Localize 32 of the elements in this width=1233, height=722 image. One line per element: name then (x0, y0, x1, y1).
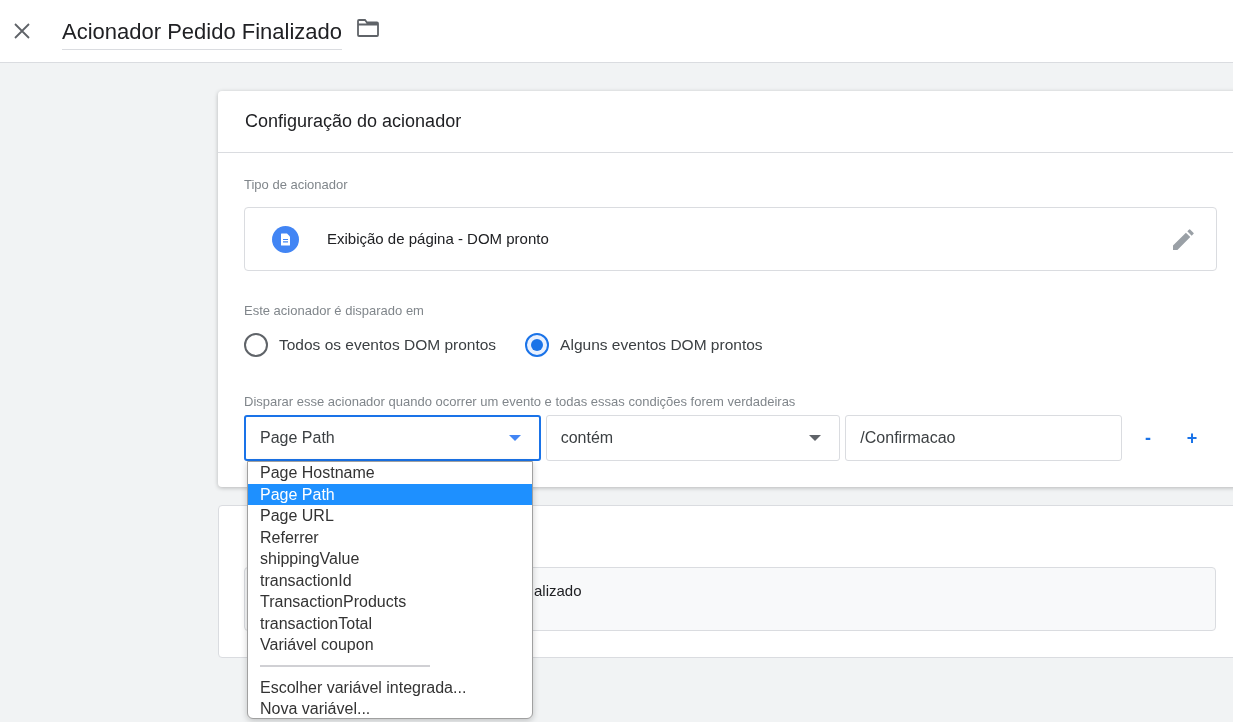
radio-option[interactable]: Todos os eventos DOM prontos (244, 333, 497, 357)
menu-option[interactable]: Nova variável... (248, 698, 532, 718)
trigger-name-text: alizado (534, 582, 582, 599)
menu-option[interactable]: Page URL (248, 505, 532, 527)
menu-option[interactable]: Referrer (248, 526, 532, 548)
menu-option[interactable]: Variável coupon (248, 634, 532, 656)
radio-option[interactable]: Alguns eventos DOM prontos (525, 333, 763, 357)
folder-button[interactable] (356, 16, 381, 40)
trigger-type-name: Exibição de página - DOM pronto (327, 228, 550, 249)
add-condition-button[interactable]: + (1180, 423, 1204, 453)
document-icon (272, 225, 299, 253)
card-title: Configuração do acionador (245, 110, 462, 133)
pencil-icon[interactable] (1173, 228, 1194, 250)
select-field[interactable]: Page Path (244, 415, 541, 461)
menu-option[interactable]: Page Hostname (248, 462, 532, 484)
menu-option[interactable]: TransactionProducts (248, 591, 532, 613)
value-input[interactable]: /Confirmacao (845, 415, 1122, 461)
menu-option[interactable]: Escolher variável integrada... (248, 676, 532, 698)
menu-option[interactable]: transactionId (248, 569, 532, 591)
field-label: Disparar esse acionador quando ocorrer um evento e todas essas condições forem verdadeiras (244, 394, 797, 410)
caret-icon (809, 435, 822, 441)
menu-option[interactable]: transactionTotal (248, 612, 532, 634)
trigger-type-box[interactable]: Exibição de página - DOM pronto (244, 207, 1217, 271)
field-label: Tipo de acionador (244, 177, 349, 193)
remove-condition-button[interactable]: - (1136, 423, 1160, 453)
title-field[interactable]: Acionador Pedido Finalizado (62, 16, 343, 50)
menu-option[interactable]: shippingValue (248, 548, 532, 570)
close-icon (14, 23, 30, 39)
caret-icon (508, 435, 521, 441)
select-field[interactable]: contém (545, 415, 841, 461)
folder-icon (357, 19, 380, 37)
field-label: Este acionador é disparado em (244, 303, 425, 319)
